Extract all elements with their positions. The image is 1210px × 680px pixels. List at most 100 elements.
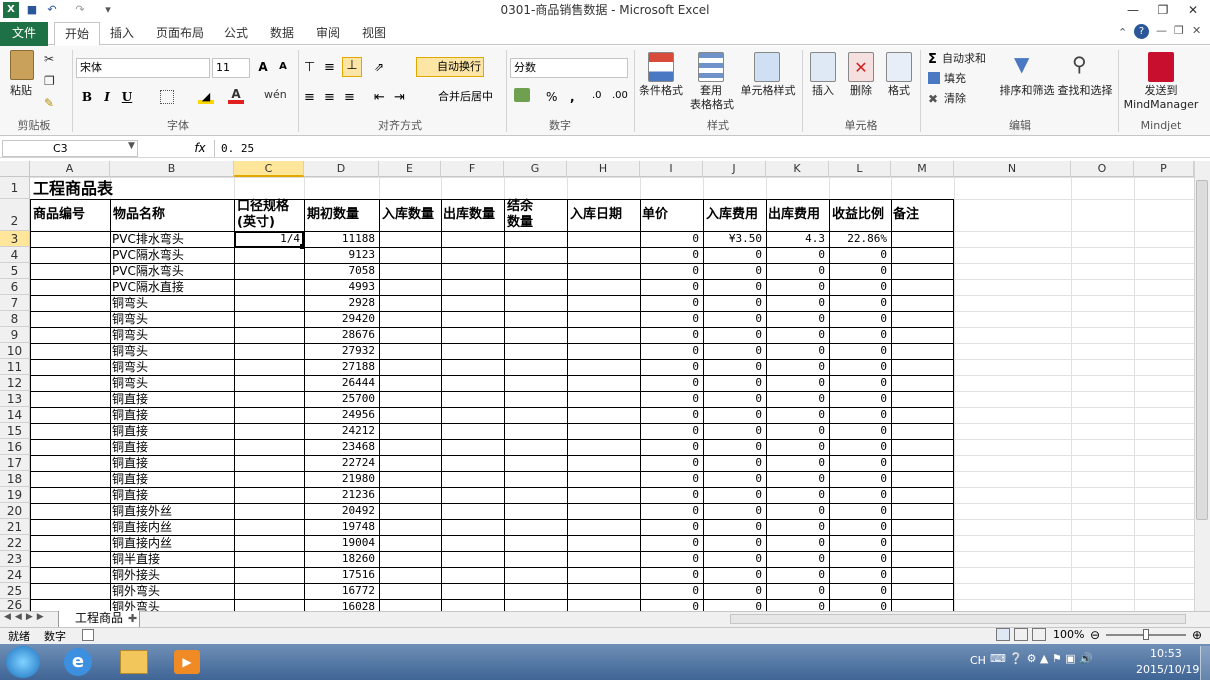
format-cells-icon[interactable] [886,52,912,82]
table-cell[interactable]: 0 [642,375,701,391]
table-cell[interactable]: 0 [705,583,764,599]
table-cell[interactable]: 0 [768,279,827,295]
table-cell[interactable]: 铜弯头 [112,343,232,359]
header-out-cost[interactable]: 出库费用 [768,207,820,223]
table-cell[interactable]: 0 [768,519,827,535]
vertical-scroll-thumb[interactable] [1196,180,1208,520]
send-to-mindmanager-label-2[interactable]: MindManager [1122,98,1200,112]
row-header[interactable]: 18 [0,471,30,487]
table-cell[interactable]: 铜半直接 [112,551,232,567]
row-header[interactable]: 13 [0,391,30,407]
table-cell[interactable]: 0 [768,567,827,583]
decrease-decimal-icon[interactable]: .00 [612,90,628,101]
table-cell[interactable]: 24956 [306,407,377,423]
table-cell[interactable]: 0 [831,487,889,503]
shrink-font-icon[interactable]: A [274,58,292,76]
table-cell[interactable]: 0 [831,567,889,583]
table-cell[interactable]: 0 [831,407,889,423]
insert-sheet-icon[interactable]: ✚ [128,612,137,625]
autosum-button[interactable]: 自动求和 [942,52,996,66]
insert-cells-button[interactable]: 插入 [806,84,840,98]
table-cell[interactable]: 2928 [306,295,377,311]
table-cell[interactable]: 16772 [306,583,377,599]
table-cell[interactable]: 铜外弯头 [112,583,232,599]
table-cell[interactable]: 0 [768,391,827,407]
delete-cells-icon[interactable]: ✕ [848,52,874,82]
header-opening-qty[interactable]: 期初数量 [307,207,359,223]
start-button-icon[interactable] [6,646,40,678]
table-cell[interactable]: 0 [642,295,701,311]
number-format-select[interactable]: 分数 [510,58,628,78]
table-cell[interactable]: 0 [768,535,827,551]
tab-home[interactable]: 开始 [54,22,101,46]
fill-color-icon[interactable]: ◢ [198,90,214,104]
header-notes[interactable]: 备注 [893,207,919,223]
table-cell[interactable]: 4.3 [768,231,827,247]
row-header[interactable]: 26 [0,599,30,611]
table-cell[interactable]: 0 [705,535,764,551]
table-cell[interactable]: ¥3.50 [705,231,764,247]
table-cell[interactable]: PVC排水弯头 [112,231,232,247]
column-header[interactable]: F [441,161,504,177]
table-cell[interactable]: 22724 [306,455,377,471]
row-header[interactable]: 19 [0,487,30,503]
row-header[interactable]: 3 [0,231,30,247]
select-all-corner[interactable] [0,161,30,177]
table-cell[interactable]: 4993 [306,279,377,295]
table-cell[interactable]: 0 [831,359,889,375]
table-cell[interactable]: 0 [831,327,889,343]
row-header[interactable]: 12 [0,375,30,391]
font-name-select[interactable]: 宋体 [76,58,210,78]
table-cell[interactable]: 0 [642,519,701,535]
row-header[interactable]: 17 [0,455,30,471]
table-cell[interactable]: 0 [705,423,764,439]
table-cell[interactable]: 0 [831,295,889,311]
table-cell[interactable]: 铜直接 [112,471,232,487]
table-cell[interactable]: 0 [831,423,889,439]
tray-icons[interactable]: ⌨ ❔ ⚙ ▲ ⚑ ▣ 🔊 [990,652,1093,665]
copy-icon[interactable]: ❐ [44,74,55,88]
table-cell[interactable]: 18260 [306,551,377,567]
table-cell[interactable]: 0 [642,535,701,551]
table-cell[interactable]: PVC隔水弯头 [112,263,232,279]
table-cell[interactable]: 20492 [306,503,377,519]
page-break-view-icon[interactable] [1032,628,1046,641]
header-in-date[interactable]: 入库日期 [570,207,622,223]
table-cell[interactable]: 0 [768,343,827,359]
row-header[interactable]: 6 [0,279,30,295]
table-cell[interactable]: 0 [831,343,889,359]
restore-button[interactable]: ❐ [1148,0,1178,20]
column-header[interactable]: L [829,161,891,177]
horizontal-scrollbar[interactable] [730,614,1186,624]
table-cell[interactable]: 0 [831,375,889,391]
currency-icon[interactable] [514,88,530,102]
row-header[interactable]: 23 [0,551,30,567]
row-header[interactable]: 25 [0,583,30,599]
align-bottom-icon[interactable]: ⊥ [342,57,362,77]
sort-filter-button[interactable]: 排序和筛选 [998,84,1056,98]
table-cell[interactable]: 26444 [306,375,377,391]
column-header[interactable]: A [30,161,110,177]
cell-styles-button[interactable]: 单元格样式 [738,84,798,98]
table-cell[interactable]: 27188 [306,359,377,375]
table-cell[interactable]: 0 [705,519,764,535]
insert-cells-icon[interactable] [810,52,836,82]
table-cell[interactable]: 铜直接内丝 [112,519,232,535]
table-cell[interactable]: 铜弯头 [112,295,232,311]
autosum-icon[interactable]: Σ [928,52,937,67]
table-cell[interactable]: 0 [831,503,889,519]
table-cell[interactable]: 0 [831,247,889,263]
wrap-text-button[interactable]: 自动换行 [416,57,484,77]
table-cell[interactable]: 21236 [306,487,377,503]
table-cell[interactable]: 0 [831,279,889,295]
table-cell[interactable]: 0 [705,311,764,327]
format-as-table-label-2[interactable]: 表格格式 [680,98,744,112]
table-cell[interactable]: 21980 [306,471,377,487]
help-icon[interactable]: ? [1134,24,1149,39]
table-cell[interactable]: 0 [831,439,889,455]
table-cell[interactable]: 0 [768,359,827,375]
header-unit-price[interactable]: 单价 [642,207,668,223]
table-cell[interactable]: 0 [642,503,701,519]
table-cell[interactable]: 铜直接 [112,423,232,439]
column-header[interactable]: N [954,161,1071,177]
